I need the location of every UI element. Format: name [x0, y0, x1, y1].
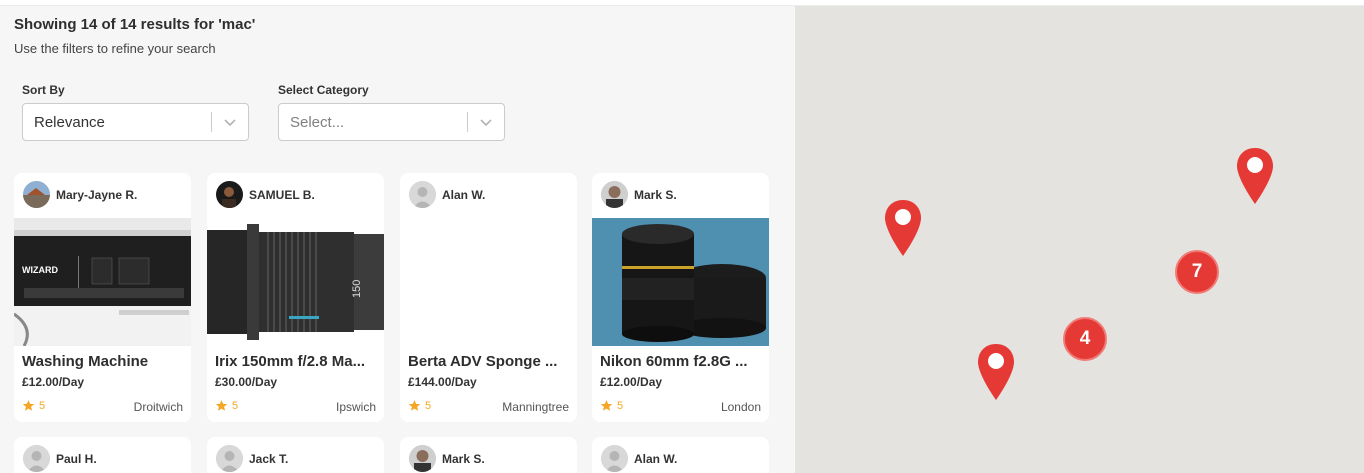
results-subtitle: Use the filters to refine your search — [14, 41, 216, 56]
listing-location: Manningtree — [502, 400, 569, 414]
user-name[interactable]: Paul H. — [56, 452, 97, 466]
map[interactable] — [795, 6, 1364, 473]
map-marker-icon[interactable] — [883, 198, 923, 258]
listing-price: £12.00/Day — [22, 375, 85, 389]
listing-price: £12.00/Day — [600, 375, 663, 389]
star-icon — [600, 400, 613, 411]
select-category-label: Select Category — [278, 83, 369, 97]
avatar — [409, 445, 436, 472]
select-separator — [211, 112, 212, 132]
user-name[interactable]: Jack T. — [249, 452, 288, 466]
listing-card[interactable]: Jack T. — [207, 437, 384, 473]
listing-title[interactable]: Washing Machine — [22, 353, 186, 370]
listing-card[interactable]: Mark S. Nikon 60mm f2.8G ... £12.00/Day … — [592, 173, 769, 422]
sort-by-select[interactable]: Relevance — [22, 103, 249, 141]
category-placeholder: Select... — [290, 114, 345, 131]
category-select[interactable]: Select... — [278, 103, 505, 141]
user-name[interactable]: SAMUEL B. — [249, 188, 315, 202]
chevron-down-icon[interactable] — [479, 115, 493, 129]
avatar — [23, 445, 50, 472]
avatar — [216, 445, 243, 472]
user-name[interactable]: Mary-Jayne R. — [56, 188, 137, 202]
map-cluster[interactable]: 4 — [1063, 317, 1107, 361]
svg-text:WIZARD: WIZARD — [22, 265, 58, 275]
listing-rating: 5 — [617, 400, 624, 412]
avatar — [216, 181, 243, 208]
listing-location: London — [720, 400, 761, 414]
listing-card[interactable]: Mary-Jayne R. WIZARD Washing Machine £12… — [14, 173, 191, 422]
user-name[interactable]: Alan W. — [634, 452, 677, 466]
listing-rating: 5 — [232, 400, 239, 412]
listing-card[interactable]: Alan W. — [592, 437, 769, 473]
avatar — [23, 181, 50, 208]
avatar — [409, 181, 436, 208]
listing-location: Ipswich — [335, 400, 376, 414]
listing-title[interactable]: Irix 150mm f/2.8 Ma... — [215, 353, 379, 370]
listing-card[interactable]: SAMUEL B. 150 Irix 150mm f/2.8 Ma... £30… — [207, 173, 384, 422]
select-separator — [467, 112, 468, 132]
sort-by-label: Sort By — [22, 83, 65, 97]
listing-rating: 5 — [425, 400, 432, 412]
star-icon — [215, 400, 228, 411]
listing-price: £30.00/Day — [215, 375, 278, 389]
user-name[interactable]: Mark S. — [442, 452, 485, 466]
avatar — [601, 445, 628, 472]
sort-by-value: Relevance — [34, 114, 105, 131]
listing-image[interactable] — [592, 218, 769, 346]
map-cluster[interactable]: 7 — [1175, 250, 1219, 294]
listing-title[interactable]: Berta ADV Sponge ... — [408, 353, 572, 370]
user-name[interactable]: Mark S. — [634, 188, 677, 202]
listing-image[interactable]: 150 — [207, 218, 384, 346]
listing-card[interactable]: Paul H. — [14, 437, 191, 473]
listing-location: Droitwich — [133, 400, 183, 414]
listing-card[interactable]: Mark S. — [400, 437, 577, 473]
star-icon — [408, 400, 421, 411]
avatar — [601, 181, 628, 208]
map-marker-icon[interactable] — [1235, 146, 1275, 206]
listing-rating: 5 — [39, 400, 46, 412]
user-name[interactable]: Alan W. — [442, 188, 485, 202]
listing-title[interactable]: Nikon 60mm f2.8G ... — [600, 353, 764, 370]
map-marker-icon[interactable] — [976, 342, 1016, 402]
listing-image[interactable]: WIZARD — [14, 218, 191, 346]
listing-card[interactable]: Alan W. Berta ADV Sponge ... £144.00/Day… — [400, 173, 577, 422]
results-title: Showing 14 of 14 results for 'mac' — [14, 16, 256, 33]
svg-text:150: 150 — [351, 280, 363, 298]
chevron-down-icon[interactable] — [223, 115, 237, 129]
star-icon — [22, 400, 35, 411]
listing-price: £144.00/Day — [408, 375, 477, 389]
